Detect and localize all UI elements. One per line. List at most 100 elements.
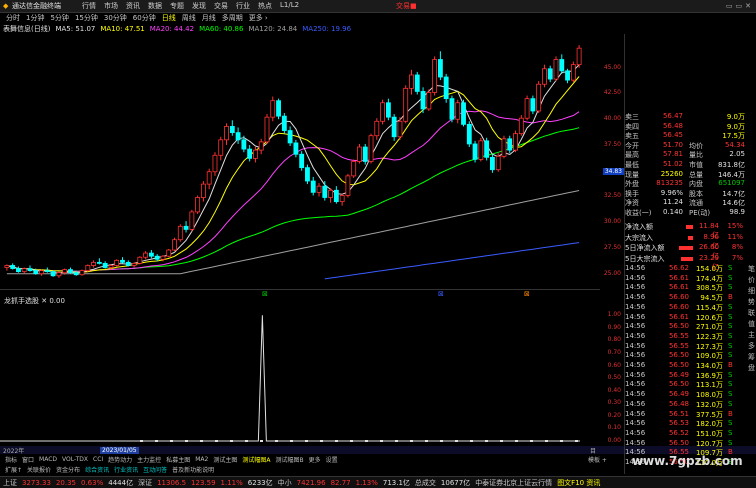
tick-flag: B: [728, 293, 733, 302]
tick-price: 56.61: [668, 283, 689, 292]
indicator-tab[interactable]: 设置: [326, 455, 338, 464]
period-tab[interactable]: 周线: [182, 13, 196, 23]
status-item: 82.77: [330, 478, 351, 487]
period-tab[interactable]: 30分钟: [104, 13, 127, 23]
menu-item[interactable]: 热点: [258, 1, 272, 11]
signal-marker-icon[interactable]: ⊠: [438, 290, 444, 298]
tick-flag: S: [728, 390, 733, 399]
candle: [79, 269, 85, 276]
tick-row: 14:56 56.62 154.0万 S: [625, 264, 745, 274]
menu-item[interactable]: 资讯: [126, 1, 140, 11]
side-tab[interactable]: 主: [747, 330, 756, 341]
side-tab[interactable]: 势: [747, 297, 756, 308]
quote-row: 收益(一) 0.140 PE(动) 98.9: [625, 208, 745, 217]
tick-time: 14:56: [625, 302, 646, 311]
period-tab[interactable]: 15分钟: [75, 13, 98, 23]
tick-row: 14:56 56.50 109.0万 S: [625, 351, 745, 361]
menu-item[interactable]: 行情: [82, 1, 96, 11]
tick-flag: S: [728, 312, 733, 321]
trade-brand[interactable]: 交易■: [396, 1, 417, 11]
signal-dot: [395, 440, 398, 442]
side-tab[interactable]: 价: [747, 275, 756, 286]
menu-item[interactable]: 行业: [236, 1, 250, 11]
indicator-tab[interactable]: 窗口: [22, 455, 34, 464]
quote-row: 今开 51.70 均价 54.34: [625, 141, 745, 150]
period-tab[interactable]: 多周期: [222, 13, 243, 23]
menu-item[interactable]: 发现: [192, 1, 206, 11]
side-tab[interactable]: 筹: [747, 352, 756, 363]
signal-axis-label: 0.40: [607, 386, 621, 394]
candle: [299, 151, 305, 171]
indicator-tab[interactable]: 趋势动力: [108, 455, 132, 464]
menu-item[interactable]: L1/L2: [280, 1, 299, 11]
tick-list[interactable]: 14:56 56.62 154.0万 S 14:56 56.61 174.4万 S 14:56 5…: [625, 264, 745, 469]
signal-chart[interactable]: [0, 303, 600, 445]
template-button[interactable]: 模板 +: [588, 455, 607, 464]
period-tab[interactable]: 60分钟: [133, 13, 156, 23]
tick-price: 56.51: [668, 409, 689, 418]
menu-item[interactable]: 专题: [170, 1, 184, 11]
extension-tab[interactable]: 资金分布: [56, 465, 80, 474]
indicator-tab[interactable]: MA2: [195, 456, 208, 463]
period-tab[interactable]: 日线: [162, 13, 176, 23]
indicator-tab[interactable]: 测试幅图A: [242, 455, 270, 464]
signal-dot: [500, 440, 503, 442]
signal-marker-icon[interactable]: ⊠: [262, 290, 268, 298]
indicator-tab[interactable]: 测试主图: [213, 455, 237, 464]
window-controls[interactable]: ▭▭✕: [726, 2, 754, 10]
status-item: 4444亿: [108, 478, 134, 487]
candle: [478, 137, 484, 162]
side-tab[interactable]: 联: [747, 308, 756, 319]
candle: [177, 224, 183, 242]
indicator-tab[interactable]: 私募主图: [166, 455, 190, 464]
period-tab[interactable]: 5分钟: [50, 13, 68, 23]
flow-bar: [679, 246, 693, 250]
tick-time: 14:56: [625, 361, 646, 369]
period-tab[interactable]: 更多 ›: [249, 13, 268, 23]
menu-item[interactable]: 数据: [148, 1, 162, 11]
period-tab[interactable]: 1分钟: [26, 13, 44, 23]
side-tab[interactable]: 笔: [747, 264, 756, 275]
menu-item[interactable]: 市场: [104, 1, 118, 11]
status-item: 123.59: [191, 478, 216, 487]
indicator-tab[interactable]: MACD: [39, 456, 57, 463]
indicator-tab[interactable]: 更多: [309, 455, 321, 464]
extension-tab[interactable]: 关联报价: [27, 465, 51, 474]
quote-label: 卖五: [625, 132, 639, 141]
indicator-tab[interactable]: 主力监控: [137, 455, 161, 464]
quote-value2: 14.6亿: [722, 199, 745, 208]
indicator-tab[interactable]: CCI: [93, 456, 103, 463]
indicator-tab[interactable]: VOL-TDX: [62, 456, 88, 463]
candlestick-chart[interactable]: [0, 34, 600, 290]
signal-marker-icon[interactable]: ⊠: [524, 290, 530, 298]
extension-tab[interactable]: 互动问答: [143, 465, 167, 474]
extension-tab[interactable]: 综合资讯: [85, 465, 109, 474]
indicator-tab[interactable]: 测试幅图B: [275, 455, 303, 464]
extension-tab[interactable]: 扩展↑: [5, 465, 22, 474]
status-item: 10677亿: [440, 478, 471, 487]
quote-label2: 股本: [689, 189, 703, 198]
date-bar-end[interactable]: 目: [590, 446, 596, 455]
ma-indicator: MA20: 44.42: [149, 25, 195, 33]
tick-time: 14:56: [625, 293, 646, 302]
status-item: 11306.5: [157, 478, 187, 487]
period-tab[interactable]: 分时: [6, 13, 20, 23]
indicator-tab[interactable]: 指标: [5, 455, 17, 464]
menu-item[interactable]: 交易: [214, 1, 228, 11]
side-tab[interactable]: 值: [747, 319, 756, 330]
side-tab[interactable]: 细: [747, 286, 756, 297]
extension-tab[interactable]: 普及新功能说明: [172, 465, 214, 474]
side-tab[interactable]: 多: [747, 341, 756, 352]
tick-volume: 308.5万: [695, 284, 723, 293]
quote-label: 最低: [625, 161, 639, 169]
tick-price: 56.50: [668, 322, 689, 331]
side-tab[interactable]: 盘: [747, 363, 756, 374]
extension-tab[interactable]: 行业资讯: [114, 465, 138, 474]
quote-value2: 9.0万: [726, 113, 745, 121]
quote-value2: 2.05: [729, 150, 745, 159]
tick-row: 14:56 56.55 122.3万 S: [625, 332, 745, 342]
signal-dot: [545, 440, 548, 442]
price-axis-label: 32.50: [603, 192, 621, 200]
period-tab[interactable]: 月线: [202, 13, 216, 23]
candle: [553, 56, 559, 82]
